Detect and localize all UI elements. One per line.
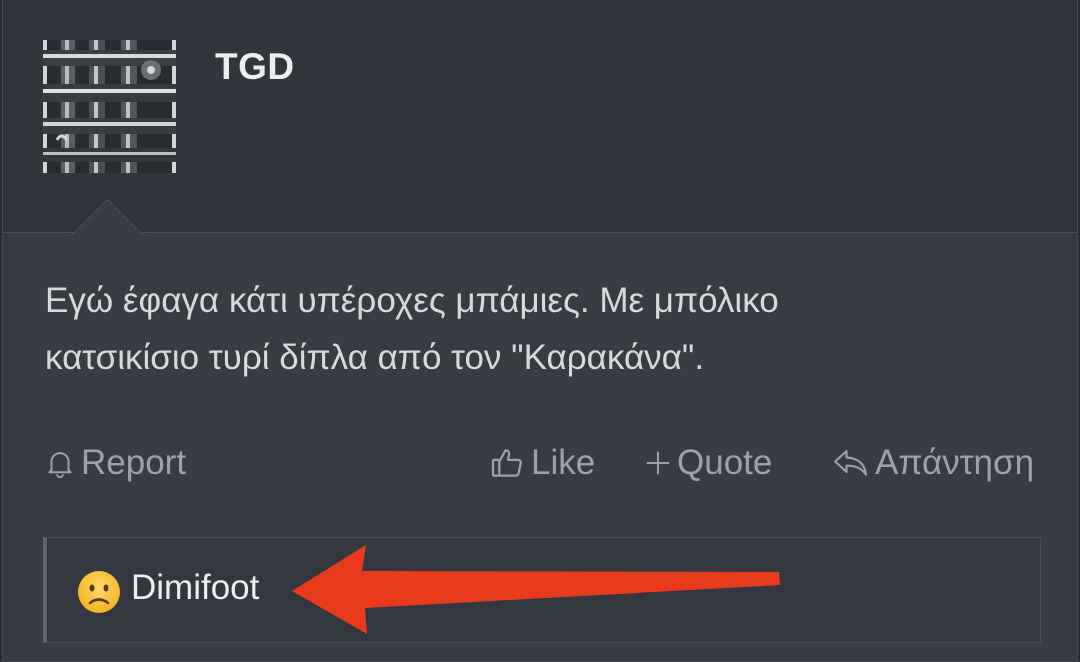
reaction-user[interactable]: Dimifoot xyxy=(131,568,259,608)
quote-button[interactable]: Quote xyxy=(643,438,772,488)
author-avatar[interactable] xyxy=(43,40,176,173)
author-name[interactable]: TGD xyxy=(215,46,295,88)
reply-arrow-icon xyxy=(834,449,868,476)
reactions-bar[interactable]: Dimifoot xyxy=(43,537,1041,643)
post-header: TGD xyxy=(3,0,1077,233)
reply-label: Απάντηση xyxy=(875,443,1035,482)
post-container: TGD Εγώ έφαγα κάτι υπέροχες μπάμιες. Με … xyxy=(2,0,1078,662)
like-label: Like xyxy=(531,443,596,482)
post-body: Εγώ έφαγα κάτι υπέροχες μπάμιες. Με μπόλ… xyxy=(45,272,1045,386)
report-label: Report xyxy=(81,443,187,482)
post-body-line: κατσικίσιο τυρί δίπλα από τον "Καρακάνα"… xyxy=(45,338,705,377)
post-actions: Report Like Quote Απάντηση xyxy=(3,438,1077,488)
thumbs-up-icon xyxy=(491,449,522,477)
reply-button[interactable]: Απάντηση xyxy=(831,438,1034,488)
plus-icon xyxy=(646,451,670,475)
report-button[interactable]: Report xyxy=(43,438,186,488)
bell-icon xyxy=(48,452,72,479)
post-body-line: Εγώ έφαγα κάτι υπέροχες μπάμιες. Με μπόλ… xyxy=(45,281,779,320)
header-notch xyxy=(67,196,147,236)
like-button[interactable]: Like xyxy=(489,438,595,488)
quote-label: Quote xyxy=(677,443,773,482)
trumpet-valves-photo xyxy=(43,40,176,173)
confused-face-icon xyxy=(78,571,120,613)
